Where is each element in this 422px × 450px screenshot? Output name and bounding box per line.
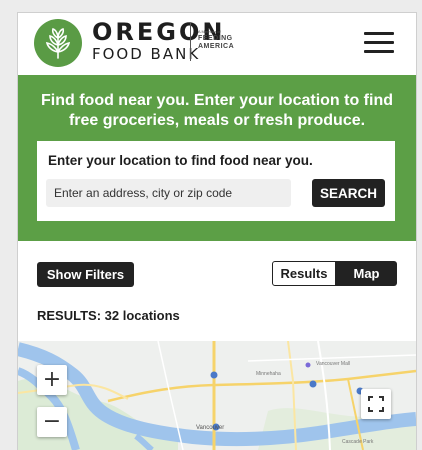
search-button[interactable]: SEARCH: [312, 179, 385, 207]
site-header: OREGON FOOD BANK A Member of FEEDING AME…: [18, 13, 416, 75]
partner-prefix: A Member of: [198, 29, 221, 34]
fullscreen-icon[interactable]: [361, 389, 391, 419]
menu-bar: [364, 41, 394, 44]
show-filters-button[interactable]: Show Filters: [37, 262, 134, 287]
map-label: Minnehaha: [256, 371, 281, 377]
search-title: Enter your location to find food near yo…: [48, 153, 313, 168]
hamburger-menu-icon[interactable]: [364, 31, 394, 55]
results-summary: RESULTS: 32 locations: [37, 308, 180, 323]
partner-logo-line1: FEEDING: [198, 35, 233, 42]
view-toggle: Results Map: [272, 261, 397, 286]
banner-headline: Find food near you. Enter your location …: [41, 92, 393, 129]
map-label: Cascade Park: [342, 439, 374, 445]
menu-bar: [364, 50, 394, 53]
results-view-button[interactable]: Results: [272, 261, 336, 286]
menu-bar: [364, 32, 394, 35]
mobile-viewport: OREGON FOOD BANK A Member of FEEDING AME…: [17, 12, 417, 450]
map-tiles: [18, 341, 416, 450]
location-search-input[interactable]: [46, 179, 291, 207]
map-label: Vancouver Mall: [316, 361, 351, 367]
brand-divider: [190, 23, 191, 61]
map-label: Vancouver: [196, 425, 225, 431]
partner-logo-line2: AMERICA: [198, 43, 235, 50]
wheat-sprout-logo-icon[interactable]: [34, 19, 82, 67]
results-map[interactable]: Vancouver Mall Minnehaha Vancouver Casca…: [18, 341, 416, 450]
map-view-button[interactable]: Map: [336, 261, 397, 286]
search-card: Enter your location to find food near yo…: [37, 141, 395, 221]
zoom-out-button[interactable]: −: [37, 407, 67, 437]
zoom-in-button[interactable]: +: [37, 365, 67, 395]
brand-name-bottom: FOOD BANK: [92, 45, 201, 63]
